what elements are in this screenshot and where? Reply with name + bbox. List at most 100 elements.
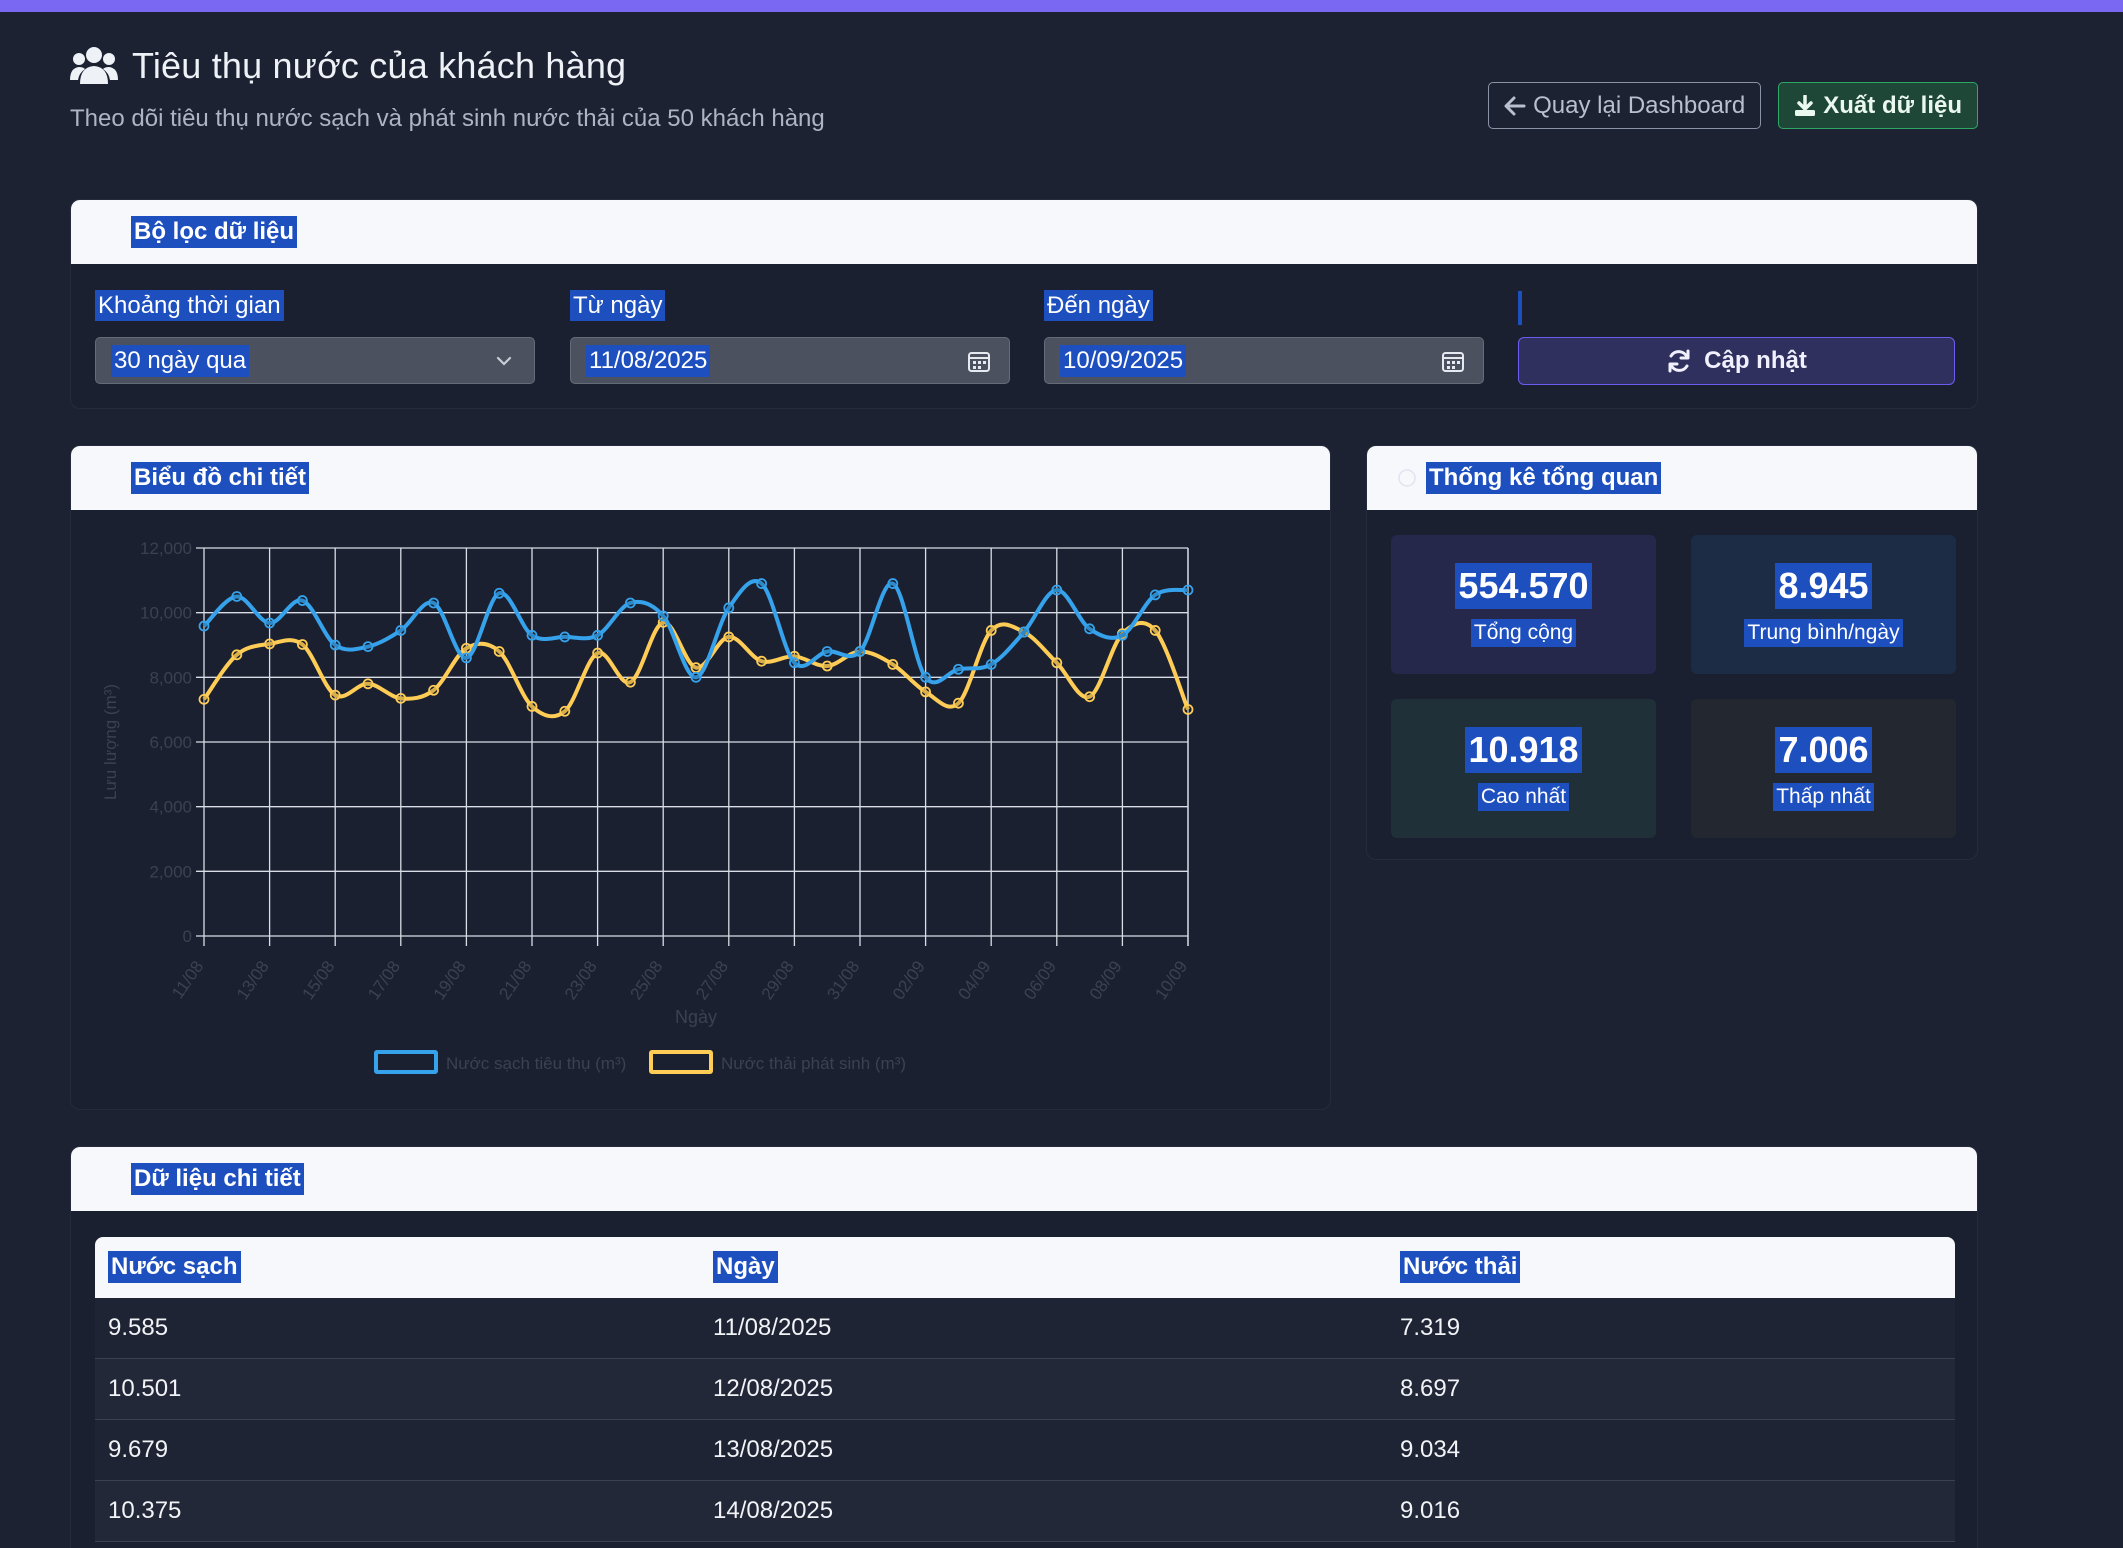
range-label: Khoảng thời gian bbox=[95, 290, 284, 321]
users-icon bbox=[70, 47, 118, 84]
update-button-label: Cập nhật bbox=[1704, 347, 1807, 374]
y-tick-label: 12,000 bbox=[140, 539, 192, 558]
to-date-label: Đến ngày bbox=[1044, 290, 1153, 321]
x-axis-title: Ngày bbox=[675, 1007, 717, 1027]
data-point bbox=[460, 652, 472, 664]
cell-clean-water: 10.375 bbox=[108, 1497, 182, 1524]
data-point bbox=[493, 646, 505, 657]
from-date-input[interactable]: 11/08/2025 bbox=[570, 337, 1010, 384]
x-tick-label: 08/09 bbox=[1086, 957, 1126, 1003]
export-data-button[interactable]: Xuất dữ liệu bbox=[1778, 82, 1978, 129]
x-tick-label: 21/08 bbox=[495, 957, 535, 1003]
data-point bbox=[198, 620, 210, 632]
stat-average-label: Trung bình/ngày bbox=[1744, 618, 1903, 647]
top-accent-bar bbox=[0, 0, 2123, 12]
table-row: 9.585 11/08/2025 7.319 bbox=[95, 1298, 1955, 1359]
x-tick-label: 11/08 bbox=[168, 957, 207, 1002]
data-point bbox=[1051, 584, 1063, 596]
column-header-date[interactable]: Ngày bbox=[713, 1251, 778, 1283]
chart-pie-icon bbox=[1398, 469, 1416, 487]
back-to-dashboard-button[interactable]: Quay lại Dashboard bbox=[1488, 82, 1762, 129]
calendar-icon bbox=[968, 352, 990, 372]
stats-card: Thống kê tổng quan 554.570 Tổng cộng 8.9… bbox=[1366, 445, 1978, 860]
cell-clean-water: 9.679 bbox=[108, 1436, 169, 1463]
column-header-waste-water[interactable]: Nước thải bbox=[1400, 1251, 1521, 1283]
stat-average-value: 8.945 bbox=[1775, 562, 1872, 609]
to-date-input[interactable]: 10/09/2025 bbox=[1044, 337, 1484, 384]
data-point bbox=[887, 658, 899, 670]
data-point bbox=[1084, 623, 1095, 635]
x-tick-label: 25/08 bbox=[627, 957, 667, 1003]
data-point bbox=[428, 597, 440, 609]
x-tick-label: 06/09 bbox=[1020, 957, 1060, 1003]
stat-average: 8.945 Trung bình/ngày bbox=[1691, 535, 1956, 674]
page-header: Tiêu thụ nước của khách hàng Theo dõi ti… bbox=[70, 45, 1978, 145]
data-point bbox=[887, 578, 899, 589]
data-point bbox=[985, 625, 997, 636]
range-select-value: 30 ngày qua bbox=[111, 344, 250, 377]
from-date-label: Từ ngày bbox=[570, 290, 666, 321]
stat-max: 10.918 Cao nhất bbox=[1391, 699, 1656, 838]
column-header-clean-water[interactable]: Nước sạch bbox=[108, 1251, 241, 1283]
range-select[interactable]: 30 ngày qua bbox=[95, 337, 535, 384]
data-point bbox=[985, 658, 997, 670]
data-point bbox=[592, 647, 603, 659]
data-point bbox=[329, 689, 341, 701]
download-icon bbox=[1795, 94, 1816, 116]
update-button[interactable]: Cập nhật bbox=[1518, 337, 1955, 385]
data-point bbox=[953, 697, 964, 709]
legend-label: Nước sạch tiêu thụ (m³) bbox=[446, 1054, 626, 1073]
data-point bbox=[296, 639, 308, 650]
data-point bbox=[264, 638, 276, 650]
data-point bbox=[296, 595, 308, 606]
y-tick-label: 10,000 bbox=[140, 604, 192, 623]
cell-date: 14/08/2025 bbox=[713, 1497, 834, 1524]
table-row: 10.501 12/08/2025 8.697 bbox=[95, 1359, 1955, 1420]
data-point bbox=[264, 617, 276, 629]
cell-date: 12/08/2025 bbox=[713, 1375, 834, 1402]
detail-table: Nước sạch Ngày Nước thải 9.585 11/08/202… bbox=[95, 1237, 1955, 1542]
cell-waste-water: 7.319 bbox=[1400, 1314, 1461, 1341]
data-point bbox=[1149, 589, 1161, 601]
data-point bbox=[920, 671, 931, 683]
y-axis-title: Lưu lượng (m³) bbox=[101, 684, 120, 800]
table-row: 9.679 13/08/2025 9.034 bbox=[95, 1420, 1955, 1481]
data-point bbox=[493, 587, 505, 599]
table-card-header: Dữ liệu chi tiết bbox=[71, 1147, 1977, 1211]
data-point bbox=[428, 684, 440, 696]
filter-card-header: Bộ lọc dữ liệu bbox=[71, 200, 1977, 264]
x-tick-label: 02/09 bbox=[889, 957, 929, 1003]
stat-total-value: 554.570 bbox=[1455, 562, 1592, 609]
stats-card-title: Thống kê tổng quan bbox=[1426, 462, 1662, 494]
data-point bbox=[231, 591, 243, 602]
x-tick-label: 19/08 bbox=[430, 957, 470, 1003]
from-date-field: Từ ngày bbox=[570, 290, 1010, 324]
cell-date: 11/08/2025 bbox=[713, 1314, 832, 1341]
table-row: 10.375 14/08/2025 9.016 bbox=[95, 1481, 1955, 1542]
data-point bbox=[559, 705, 571, 717]
to-date-field: Đến ngày bbox=[1044, 290, 1484, 324]
data-point bbox=[854, 646, 866, 657]
stat-max-value: 10.918 bbox=[1465, 726, 1582, 773]
data-point bbox=[362, 678, 374, 690]
x-tick-label: 31/08 bbox=[823, 957, 863, 1003]
data-point bbox=[460, 642, 472, 654]
x-tick-label: 13/08 bbox=[233, 957, 273, 1003]
data-point bbox=[723, 602, 735, 614]
data-point bbox=[756, 655, 767, 667]
from-date-value: 11/08/2025 bbox=[586, 344, 711, 377]
x-tick-label: 15/08 bbox=[299, 957, 339, 1003]
cell-clean-water: 9.585 bbox=[108, 1314, 169, 1341]
data-point bbox=[1149, 625, 1161, 636]
table-header-row: Nước sạch Ngày Nước thải bbox=[95, 1237, 1955, 1298]
y-tick-label: 8,000 bbox=[149, 668, 192, 687]
stat-total-label: Tổng cộng bbox=[1470, 618, 1577, 647]
cell-clean-water: 10.501 bbox=[108, 1375, 182, 1402]
x-tick-label: 17/08 bbox=[364, 957, 404, 1003]
data-point bbox=[526, 629, 538, 641]
data-point bbox=[395, 625, 407, 636]
data-point bbox=[1117, 629, 1128, 641]
stats-card-header: Thống kê tổng quan bbox=[1367, 446, 1977, 510]
chart-card-header: Biểu đồ chi tiết bbox=[71, 446, 1330, 510]
data-point bbox=[789, 657, 800, 669]
